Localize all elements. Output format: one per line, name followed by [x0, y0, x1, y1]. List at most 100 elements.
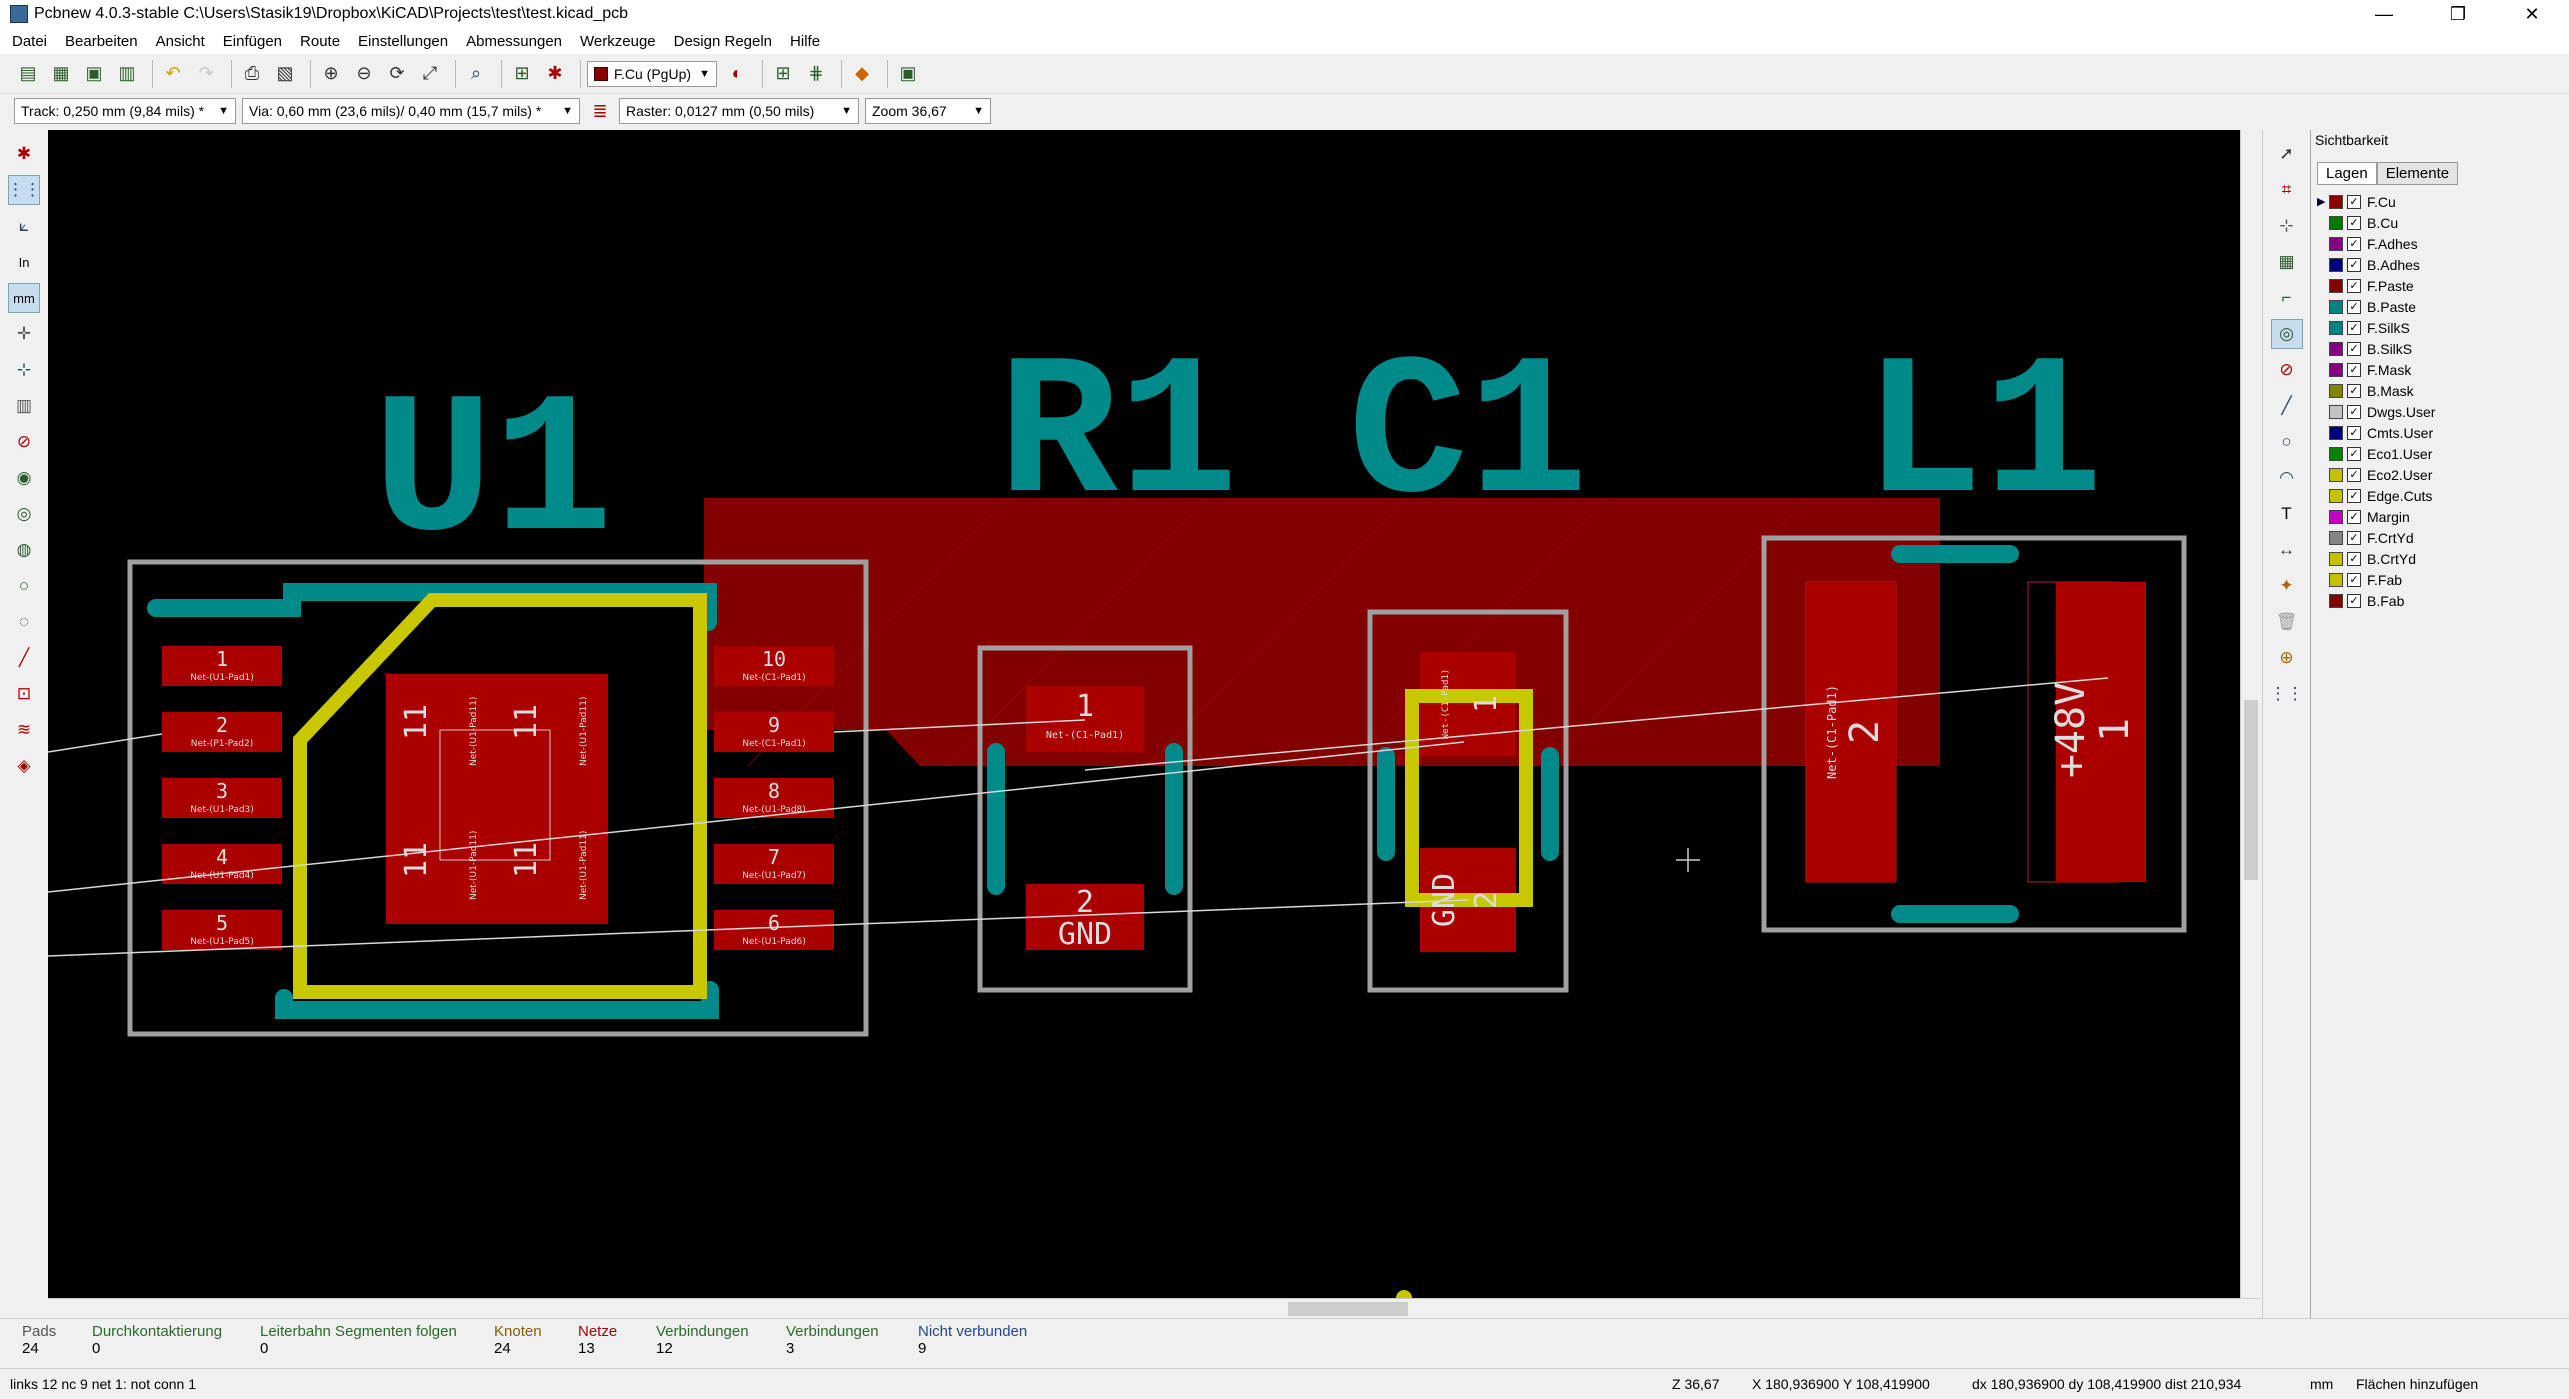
raster-select[interactable]: Raster: 0,0127 mm (0,50 mils) ▼ [619, 98, 859, 124]
cursor-shape-icon[interactable]: ✛ [8, 319, 40, 349]
pad-sketch-icon[interactable]: ○ [8, 571, 40, 601]
layer-row[interactable]: ✓ F.Paste [2317, 275, 2563, 296]
add-circle-icon[interactable]: ○ [2271, 427, 2303, 457]
delete-icon[interactable]: 🗑 [2271, 607, 2303, 637]
layer-color-swatch[interactable] [2329, 551, 2343, 566]
layer-color-swatch[interactable] [2329, 341, 2343, 356]
polar-coords-icon[interactable]: ⟀ [8, 211, 40, 241]
drc-off-icon[interactable]: ✱ [8, 139, 40, 169]
horizontal-scrollbar[interactable] [48, 1298, 2260, 1318]
layer-row[interactable]: ✓ Eco2.User [2317, 464, 2563, 485]
zone-fill-icon[interactable]: ◍ [8, 535, 40, 565]
tab-elemente[interactable]: Elemente [2376, 162, 2459, 185]
find-icon[interactable]: ⌕ [462, 60, 490, 88]
add-arc-icon[interactable]: ◠ [2271, 463, 2303, 493]
pcb-drawing[interactable]: U1 R1 C1 L1 11 11 11 11 Net-(U1-Pad11) N… [48, 130, 2240, 1298]
layer-color-swatch[interactable] [2329, 215, 2343, 230]
scripting-console-icon[interactable]: ▣ [894, 60, 922, 88]
menu-einstellungen[interactable]: Einstellungen [358, 33, 448, 50]
module-ratsnest-icon[interactable]: ▥ [8, 391, 40, 421]
high-contrast-icon[interactable]: ⊡ [8, 679, 40, 709]
ref-l1[interactable]: L1 [1863, 324, 2103, 551]
layer-color-swatch[interactable] [2329, 425, 2343, 440]
menu-hilfe[interactable]: Hilfe [790, 33, 820, 50]
ref-r1[interactable]: R1 [998, 324, 1238, 551]
highlight-net-icon[interactable]: ⌗ [2271, 175, 2303, 205]
layer-pair-icon[interactable]: ◐ [723, 60, 751, 88]
layer-color-swatch[interactable] [2329, 572, 2343, 587]
layer-visibility-checkbox[interactable]: ✓ [2347, 257, 2361, 272]
via-sketch-icon[interactable]: ◌ [8, 607, 40, 637]
layer-row[interactable]: ✓ Dwgs.User [2317, 401, 2563, 422]
layer-visibility-checkbox[interactable]: ✓ [2347, 215, 2361, 230]
via-size-select[interactable]: Via: 0,60 mm (23,6 mils)/ 0,40 mm (15,7 … [242, 98, 580, 124]
grid-origin-icon[interactable]: ⋮⋮ [2270, 679, 2304, 709]
new-board-icon[interactable]: ▤ [14, 60, 42, 88]
netlist-icon[interactable]: ⊞ [508, 60, 536, 88]
drc-icon[interactable]: ✱ [541, 60, 569, 88]
maximize-button[interactable]: ❐ [2421, 0, 2495, 28]
add-zone-icon[interactable]: ◎ [2270, 319, 2303, 349]
ref-c1[interactable]: C1 [1348, 324, 1588, 551]
layer-color-swatch[interactable] [2329, 362, 2343, 377]
units-inch-icon[interactable]: In [8, 247, 40, 277]
layer-color-swatch[interactable] [2329, 278, 2343, 293]
mode-icon[interactable]: ◆ [848, 60, 876, 88]
tab-lagen[interactable]: Lagen [2317, 162, 2377, 185]
redo-icon[interactable]: ↷ [192, 60, 220, 88]
layer-row[interactable]: ✓ Edge.Cuts [2317, 485, 2563, 506]
set-origin-icon[interactable]: ⊕ [2271, 643, 2303, 673]
library-editor-icon[interactable]: ▣ [80, 60, 108, 88]
add-text-icon[interactable]: T [2271, 499, 2303, 529]
track-sketch-icon[interactable]: ╱ [8, 643, 40, 673]
layer-color-swatch[interactable] [2329, 236, 2343, 251]
layer-visibility-checkbox[interactable]: ✓ [2347, 467, 2361, 482]
zone-show-icon[interactable]: ◉ [8, 463, 40, 493]
layer-visibility-checkbox[interactable]: ✓ [2347, 509, 2361, 524]
layer-color-swatch[interactable] [2329, 446, 2343, 461]
auto-track-width-icon[interactable]: ≣ [586, 97, 614, 125]
redraw-icon[interactable]: ⟳ [383, 60, 411, 88]
undo-icon[interactable]: ↶ [159, 60, 187, 88]
layer-color-swatch[interactable] [2329, 530, 2343, 545]
menu-design-regeln[interactable]: Design Regeln [674, 33, 772, 50]
layer-visibility-checkbox[interactable]: ✓ [2347, 278, 2361, 293]
menu-abmessungen[interactable]: Abmessungen [466, 33, 562, 50]
layer-color-swatch[interactable] [2329, 383, 2343, 398]
menu-datei[interactable]: Datei [12, 33, 47, 50]
layer-row[interactable]: ✓ B.CrtYd [2317, 548, 2563, 569]
ref-u1[interactable]: U1 [373, 362, 613, 589]
route-track-icon[interactable]: ⌐ [2271, 283, 2303, 313]
grid-icon[interactable]: ⋮⋮ [7, 175, 41, 205]
zone-outline-icon[interactable]: ◎ [8, 499, 40, 529]
layer-row[interactable]: ✓ F.Fab [2317, 569, 2563, 590]
menu-bearbeiten[interactable]: Bearbeiten [65, 33, 138, 50]
menu-werkzeuge[interactable]: Werkzeuge [580, 33, 656, 50]
layer-row[interactable]: ✓ Margin [2317, 506, 2563, 527]
menu-einfuegen[interactable]: Einfügen [223, 33, 282, 50]
page-settings-icon[interactable]: ▦ [47, 60, 75, 88]
layer-color-swatch[interactable] [2329, 593, 2343, 608]
layer-visibility-checkbox[interactable]: ✓ [2347, 446, 2361, 461]
zoom-in-icon[interactable]: ⊕ [317, 60, 345, 88]
layer-row[interactable]: ✓ F.SilkS [2317, 317, 2563, 338]
horizontal-scroll-thumb[interactable] [1288, 1302, 1408, 1316]
layer-color-swatch[interactable] [2329, 299, 2343, 314]
close-button[interactable]: ✕ [2495, 0, 2569, 28]
layer-visibility-checkbox[interactable]: ✓ [2347, 362, 2361, 377]
menu-route[interactable]: Route [300, 33, 340, 50]
layer-row[interactable]: ✓ F.CrtYd [2317, 527, 2563, 548]
layer-select[interactable]: F.Cu (PgUp) ▼ [587, 60, 717, 87]
layer-visibility-checkbox[interactable]: ✓ [2347, 404, 2361, 419]
library-browser-icon[interactable]: ▥ [113, 60, 141, 88]
vertical-scrollbar[interactable] [2240, 130, 2260, 1298]
add-dimension-icon[interactable]: ↔ [2271, 535, 2303, 565]
layer-visibility-checkbox[interactable]: ✓ [2347, 383, 2361, 398]
layer-color-swatch[interactable] [2329, 488, 2343, 503]
layer-visibility-checkbox[interactable]: ✓ [2347, 299, 2361, 314]
zoom-out-icon[interactable]: ⊖ [350, 60, 378, 88]
zoom-select[interactable]: Zoom 36,67 ▼ [865, 98, 991, 124]
select-arrow-icon[interactable]: ➚ [2271, 139, 2303, 169]
print-icon[interactable]: ⎙ [238, 60, 266, 88]
layer-visibility-checkbox[interactable]: ✓ [2347, 341, 2361, 356]
